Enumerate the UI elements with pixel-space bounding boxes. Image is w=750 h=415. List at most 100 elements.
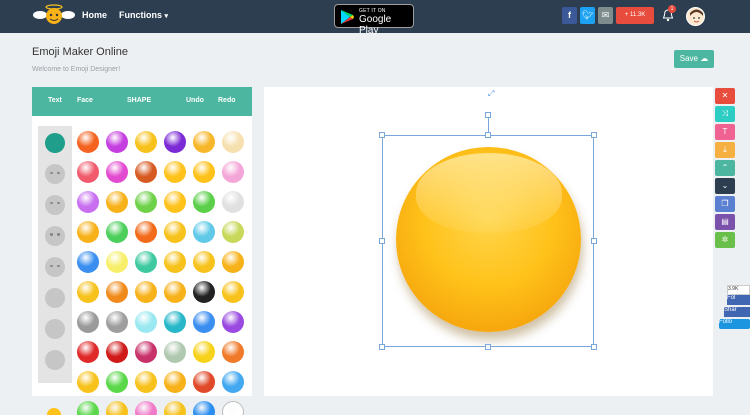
facebook-share-widget[interactable]: Shar bbox=[724, 307, 750, 317]
resize-handle-left[interactable] bbox=[379, 238, 385, 244]
nav-functions-dropdown[interactable]: Functions ▾ bbox=[119, 10, 168, 20]
redo-button[interactable]: Redo bbox=[218, 97, 236, 104]
tab-text[interactable]: Text bbox=[48, 97, 62, 104]
save-button[interactable]: Save ☁ bbox=[674, 50, 714, 68]
chevron-down-button[interactable]: ⌄ bbox=[715, 178, 735, 194]
shape-option[interactable] bbox=[106, 341, 128, 363]
shape-option[interactable] bbox=[164, 191, 186, 213]
shape-option[interactable] bbox=[222, 281, 244, 303]
category-round-eyes-face[interactable] bbox=[45, 226, 65, 246]
shape-option[interactable] bbox=[77, 281, 99, 303]
shape-option[interactable] bbox=[135, 191, 157, 213]
text-button[interactable]: T bbox=[715, 124, 735, 140]
facebook-share-button[interactable]: f bbox=[562, 7, 577, 24]
shuffle-button[interactable]: ⤨ bbox=[715, 106, 735, 122]
shape-option[interactable] bbox=[222, 191, 244, 213]
share-count-button[interactable]: + 11.3K bbox=[616, 7, 654, 24]
expand-icon[interactable]: ⤢ bbox=[488, 89, 494, 99]
shape-option[interactable] bbox=[193, 311, 215, 333]
shape-option[interactable] bbox=[135, 371, 157, 393]
twitter-share-button[interactable]: 🐦︎ bbox=[580, 7, 595, 24]
shape-option[interactable] bbox=[222, 371, 244, 393]
shape-option[interactable] bbox=[164, 251, 186, 273]
shape-option[interactable] bbox=[193, 131, 215, 153]
resize-handle-top-right[interactable] bbox=[591, 132, 597, 138]
user-avatar[interactable] bbox=[686, 7, 705, 26]
shape-option[interactable] bbox=[106, 161, 128, 183]
email-share-button[interactable]: ✉ bbox=[598, 7, 613, 24]
category-small-face[interactable] bbox=[45, 350, 65, 370]
shape-option[interactable] bbox=[106, 311, 128, 333]
shape-option[interactable] bbox=[135, 281, 157, 303]
tab-face[interactable]: Face bbox=[77, 97, 93, 104]
resize-handle-top[interactable] bbox=[485, 132, 491, 138]
shape-option[interactable] bbox=[193, 281, 215, 303]
shape-option[interactable] bbox=[222, 311, 244, 333]
site-logo[interactable] bbox=[32, 3, 76, 30]
shape-option[interactable] bbox=[77, 311, 99, 333]
settings-button[interactable]: ✲ bbox=[715, 232, 735, 248]
shape-option[interactable] bbox=[222, 131, 244, 153]
shape-option[interactable] bbox=[106, 371, 128, 393]
shape-option[interactable] bbox=[77, 131, 99, 153]
shape-option[interactable] bbox=[222, 251, 244, 273]
shape-option[interactable] bbox=[193, 251, 215, 273]
shape-option[interactable] bbox=[106, 281, 128, 303]
shape-option[interactable] bbox=[193, 221, 215, 243]
resize-handle-top-left[interactable] bbox=[379, 132, 385, 138]
resize-handle-bottom[interactable] bbox=[485, 344, 491, 350]
shape-option[interactable] bbox=[164, 371, 186, 393]
undo-button[interactable]: Undo bbox=[186, 97, 204, 104]
shape-option[interactable] bbox=[135, 311, 157, 333]
google-play-badge[interactable]: GET IT ON Google Play bbox=[334, 4, 414, 36]
shape-option[interactable] bbox=[106, 131, 128, 153]
shape-option[interactable] bbox=[164, 221, 186, 243]
shape-option[interactable] bbox=[222, 221, 244, 243]
facebook-like-button[interactable]: Fol bbox=[727, 295, 750, 305]
resize-handle-bottom-left[interactable] bbox=[379, 344, 385, 350]
shape-option[interactable] bbox=[106, 251, 128, 273]
shape-option[interactable] bbox=[164, 281, 186, 303]
shape-option[interactable] bbox=[77, 371, 99, 393]
shape-option[interactable] bbox=[77, 251, 99, 273]
resize-handle-bottom-right[interactable] bbox=[591, 344, 597, 350]
shape-option[interactable] bbox=[77, 341, 99, 363]
shape-option[interactable] bbox=[222, 161, 244, 183]
copy-button[interactable]: ❐ bbox=[715, 196, 735, 212]
shape-option[interactable] bbox=[193, 191, 215, 213]
paste-button[interactable]: ▤ bbox=[715, 214, 735, 230]
category-flat-face[interactable] bbox=[45, 319, 65, 339]
nav-home[interactable]: Home bbox=[82, 10, 107, 20]
rotate-handle[interactable] bbox=[485, 112, 491, 118]
shape-option[interactable] bbox=[222, 341, 244, 363]
shape-option[interactable] bbox=[193, 161, 215, 183]
category-smile-face[interactable] bbox=[45, 195, 65, 215]
shape-option[interactable] bbox=[164, 311, 186, 333]
resize-handle-right[interactable] bbox=[591, 238, 597, 244]
shape-option[interactable] bbox=[164, 161, 186, 183]
category-closed-eyes-face[interactable] bbox=[45, 257, 65, 277]
shape-option[interactable] bbox=[164, 401, 186, 415]
shape-option[interactable] bbox=[106, 221, 128, 243]
shape-option[interactable] bbox=[77, 401, 99, 415]
close-button[interactable]: ✕ bbox=[715, 88, 735, 104]
shape-option[interactable] bbox=[222, 401, 244, 415]
emoji-canvas[interactable]: ⤢ bbox=[264, 87, 713, 396]
shape-option[interactable] bbox=[77, 191, 99, 213]
shape-option[interactable] bbox=[77, 161, 99, 183]
shape-option[interactable] bbox=[135, 131, 157, 153]
category-plain-face[interactable] bbox=[45, 288, 65, 308]
shape-option[interactable] bbox=[164, 341, 186, 363]
shape-option[interactable] bbox=[135, 221, 157, 243]
shape-option[interactable] bbox=[77, 221, 99, 243]
tab-shape[interactable]: SHAPE bbox=[127, 97, 151, 104]
shape-option[interactable] bbox=[193, 371, 215, 393]
shape-option[interactable] bbox=[193, 401, 215, 415]
shape-option[interactable] bbox=[164, 131, 186, 153]
category-color-circle[interactable] bbox=[45, 133, 65, 153]
twitter-follow-button[interactable]: Follo bbox=[719, 319, 750, 329]
download-button[interactable]: ⤓ bbox=[715, 142, 735, 158]
chevron-up-button[interactable]: ⌃ bbox=[715, 160, 735, 176]
shape-option[interactable] bbox=[135, 251, 157, 273]
shape-option[interactable] bbox=[135, 401, 157, 415]
